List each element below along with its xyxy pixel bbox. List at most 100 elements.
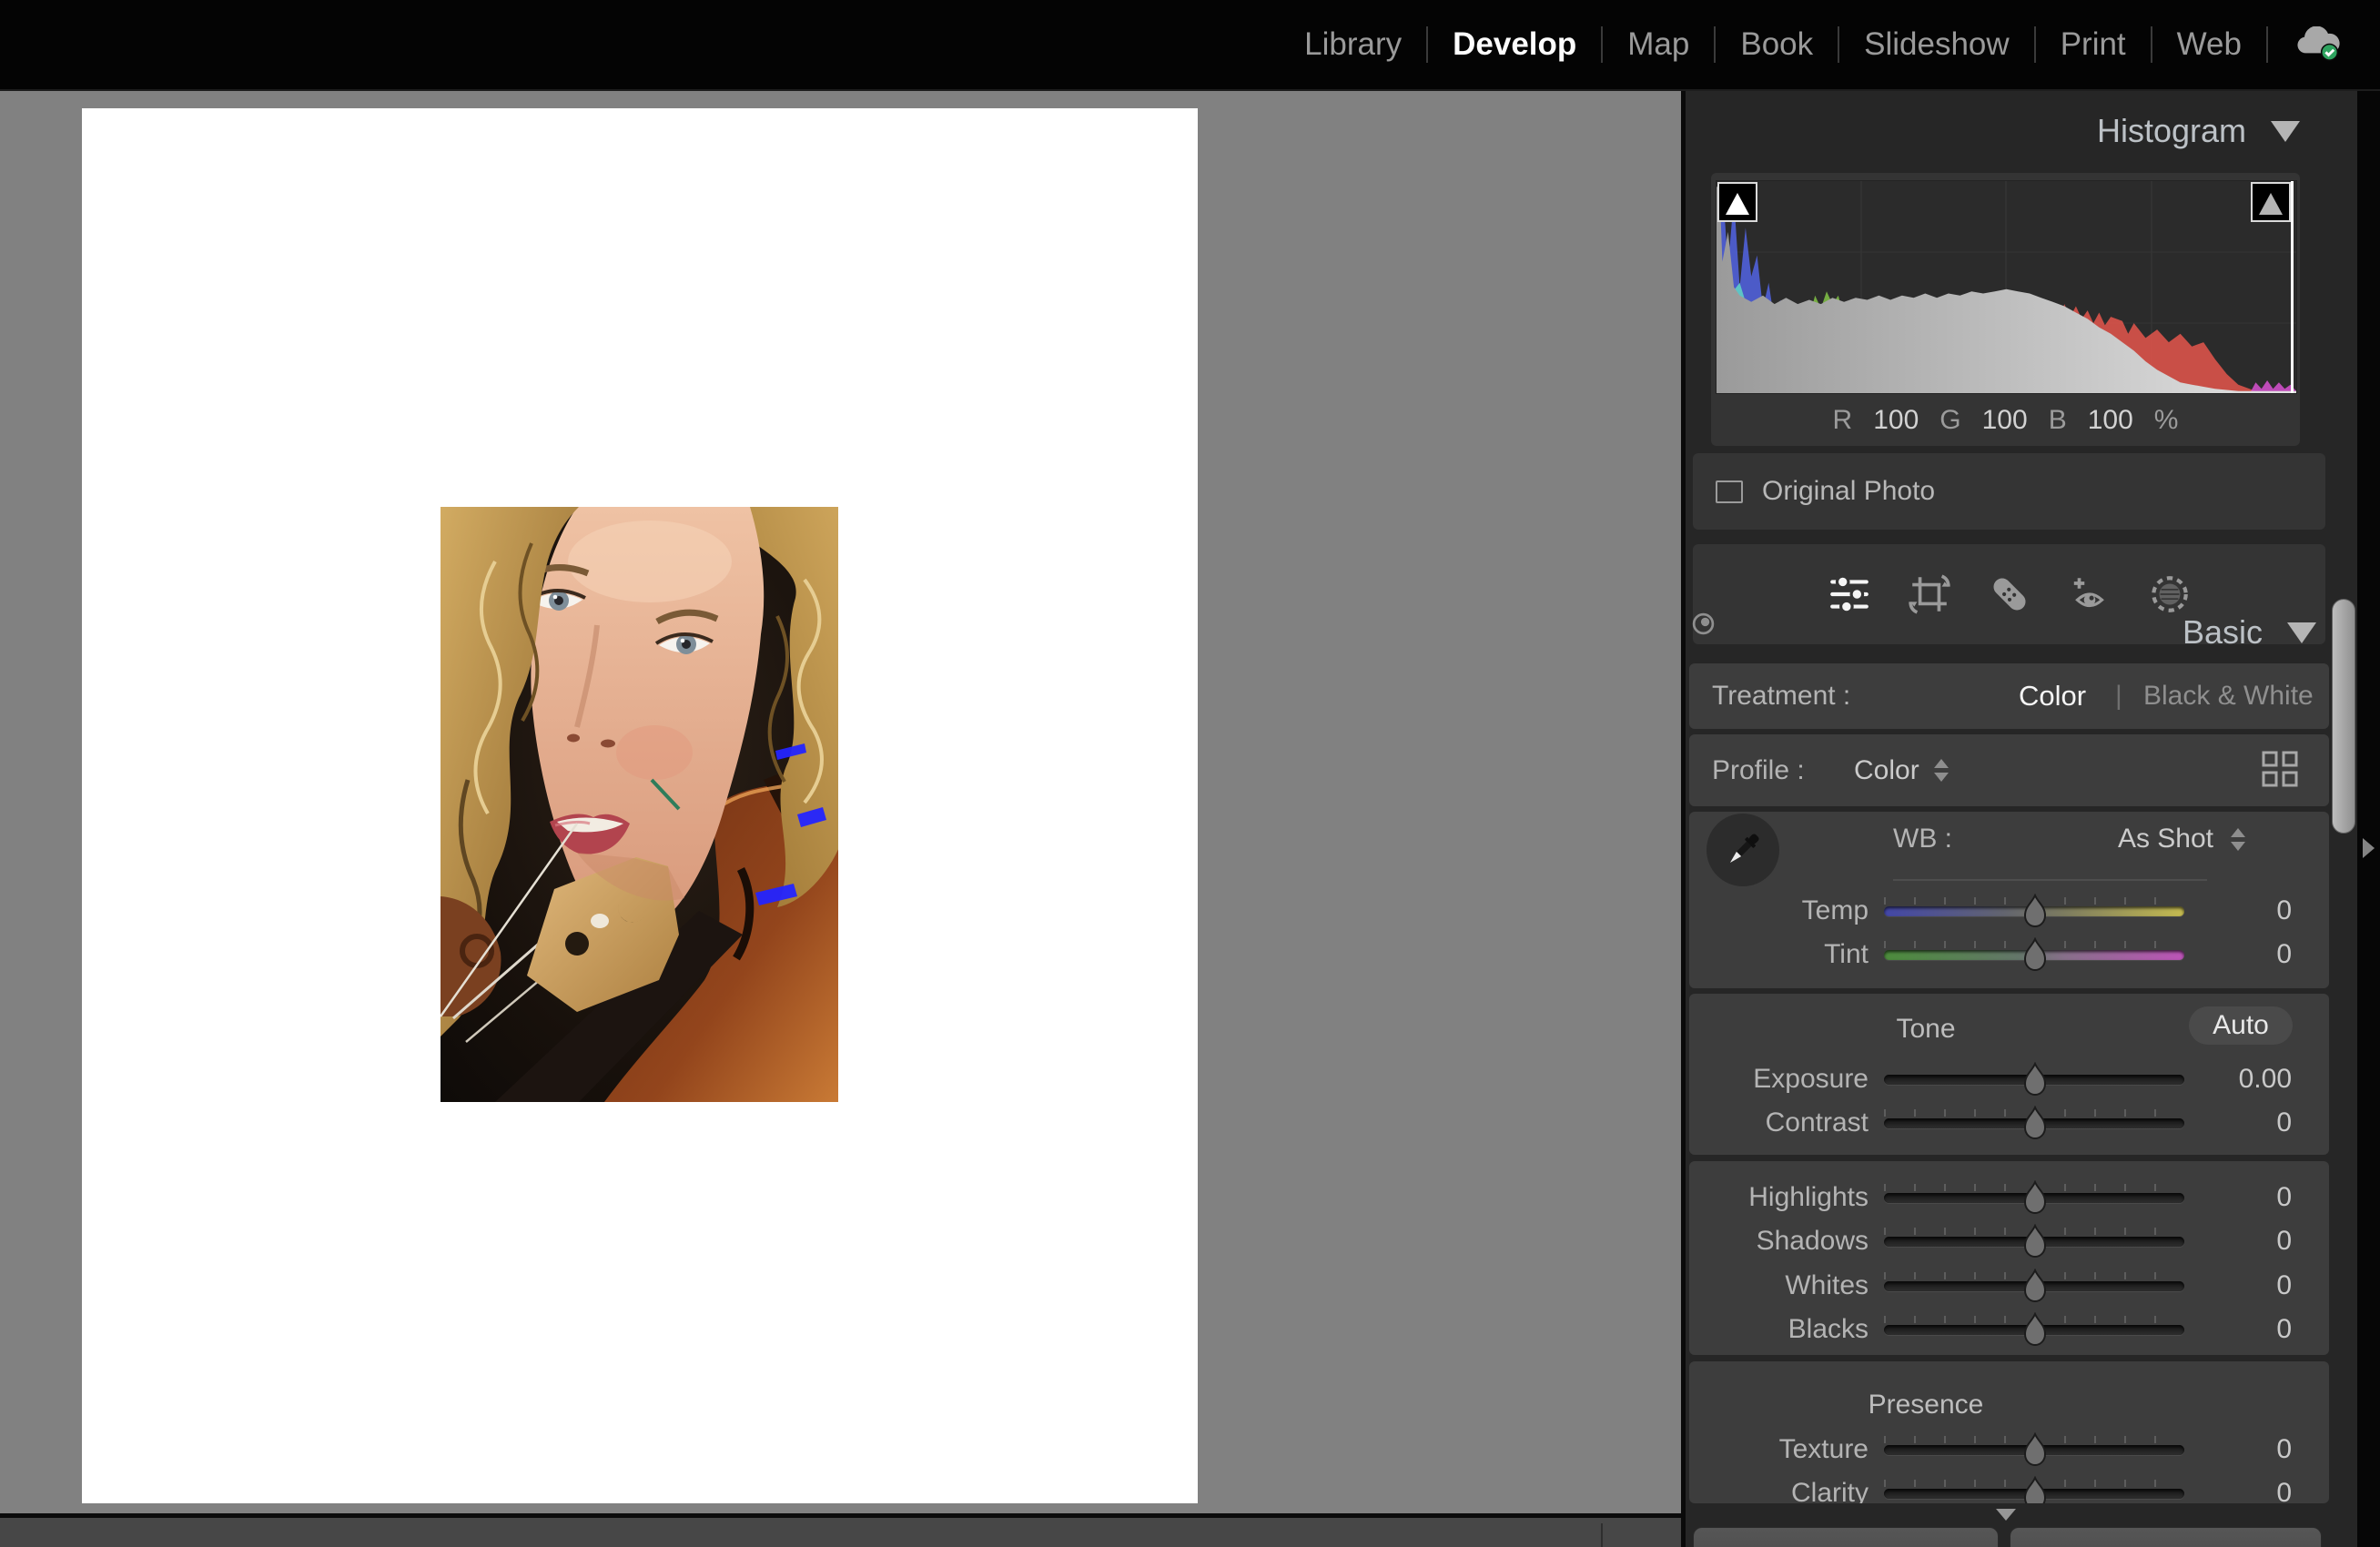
profile-value: Color [1854, 755, 1919, 786]
profile-value-dropdown[interactable]: Color [1854, 734, 1949, 806]
highlights-value[interactable]: 0 [2199, 1176, 2292, 1219]
shadows-label: Shadows [1689, 1219, 1869, 1263]
shadows-slider-row: Shadows 0 [1689, 1219, 2329, 1263]
original-photo-checkbox[interactable] [1716, 480, 1743, 503]
temp-label: Temp [1689, 889, 1869, 933]
collapse-triangle-icon[interactable] [2271, 121, 2300, 142]
dropdown-arrows-icon [1934, 759, 1949, 782]
rgb-letter-b: B [2049, 405, 2067, 436]
reset-button[interactable]: Reset [2010, 1527, 2322, 1547]
basic-panel-header[interactable]: Basic [1686, 601, 2357, 664]
module-tab-develop[interactable]: Develop [1428, 26, 1601, 63]
clarity-value[interactable]: 0 [2199, 1471, 2292, 1503]
exposure-label: Exposure [1689, 1057, 1869, 1101]
profile-label: Profile : [1712, 734, 1805, 806]
lightroom-app: LibraryDevelopMapBookSlideshowPrintWeb [0, 0, 2380, 1547]
panel-scrollbar-thumb[interactable] [2332, 599, 2355, 834]
exposure-slider-handle[interactable] [2023, 1062, 2047, 1101]
rgb-value-r: 100 [1873, 405, 1919, 436]
temp-slider-handle[interactable] [2023, 894, 2047, 933]
shadow-clipping-triangle-icon [1726, 193, 1749, 215]
histogram-canvas[interactable] [1716, 180, 2297, 394]
histogram-plot [1717, 181, 2296, 393]
collapse-triangle-icon[interactable] [2287, 622, 2316, 643]
whites-label: Whites [1689, 1264, 1869, 1308]
photo-violinist[interactable] [441, 507, 838, 1102]
basic-title: Basic [2183, 613, 2263, 652]
develop-canvas[interactable] [0, 93, 1681, 1513]
panel-collapse-edge[interactable] [2357, 91, 2380, 1547]
toolbar [0, 1513, 1681, 1547]
texture-slider-handle[interactable] [2023, 1432, 2047, 1471]
treatment-section: Treatment : Color | Black & White [1689, 663, 2329, 729]
exposure-slider-row: Exposure 0.00 [1689, 1057, 2329, 1101]
tint-label: Tint [1689, 933, 1869, 976]
rgb-value-b: 100 [2088, 405, 2133, 436]
wb-value-dropdown[interactable]: As Shot [2118, 817, 2213, 861]
blacks-label: Blacks [1689, 1308, 1869, 1351]
temp-value[interactable]: 0 [2199, 889, 2292, 933]
rgb-readout: R 100 G 100 B 100% [1711, 395, 2300, 446]
module-tab-slideshow[interactable]: Slideshow [1839, 26, 2034, 63]
wb-divider [1893, 879, 2207, 881]
contrast-label: Contrast [1689, 1101, 1869, 1145]
tint-value[interactable]: 0 [2199, 933, 2292, 976]
module-tab-web[interactable]: Web [2152, 26, 2266, 63]
rgb-percent-sign: % [2154, 405, 2179, 436]
rgb-letter-r: R [1833, 405, 1853, 436]
dropdown-arrows-icon [2231, 828, 2245, 851]
module-tab-map[interactable]: Map [1603, 26, 1714, 63]
tone-header: Tone [1826, 1014, 2026, 1045]
shadows-value[interactable]: 0 [2199, 1219, 2292, 1263]
whites-slider-handle[interactable] [2023, 1269, 2047, 1308]
treatment-separator: | [2115, 663, 2122, 729]
module-picker-items: LibraryDevelopMapBookSlideshowPrintWeb [1280, 26, 2268, 63]
shadow-clipping-indicator[interactable] [1717, 182, 1757, 222]
blacks-slider-row: Blacks 0 [1689, 1308, 2329, 1351]
treatment-bw-option[interactable]: Black & White [2143, 663, 2314, 729]
histogram-right-edge-line [2291, 181, 2294, 393]
auto-button[interactable]: Auto [2189, 1006, 2293, 1045]
cloud-sync-icon[interactable] [2294, 26, 2341, 63]
histogram-title: Histogram [2097, 112, 2246, 150]
contrast-slider-handle[interactable] [2023, 1106, 2047, 1145]
exposure-value[interactable]: 0.00 [2199, 1057, 2292, 1101]
highlight-clipping-triangle-icon [2259, 193, 2283, 215]
texture-label: Texture [1689, 1428, 1869, 1471]
texture-slider-row: Texture 0 [1689, 1428, 2329, 1471]
whites-value[interactable]: 0 [2199, 1264, 2292, 1308]
highlights-slider-handle[interactable] [2023, 1180, 2047, 1219]
rgb-letter-g: G [1939, 405, 1960, 436]
blacks-value[interactable]: 0 [2199, 1308, 2292, 1351]
contrast-value[interactable]: 0 [2199, 1101, 2292, 1145]
toolbar-divider [1601, 1523, 1603, 1547]
clarity-slider-row: Clarity 0 [1689, 1471, 2329, 1503]
tone-section: Tone Auto Exposure 0.00 Contrast 0 [1689, 994, 2329, 1155]
module-tab-print[interactable]: Print [2036, 26, 2151, 63]
panel-end-triangle-icon[interactable] [1996, 1509, 2016, 1521]
histogram-header[interactable]: Histogram [1686, 104, 2357, 158]
rgb-value-g: 100 [1982, 405, 2028, 436]
light-adjust-section: Highlights0Shadows 0 Whites 0 Blacks 0 [1689, 1161, 2329, 1355]
wb-eyedropper[interactable] [1707, 814, 1779, 886]
module-tab-book[interactable]: Book [1716, 26, 1838, 63]
contrast-slider-row: Contrast 0 [1689, 1101, 2329, 1145]
right-panel: Histogram [1686, 91, 2357, 1547]
highlight-clipping-indicator[interactable] [2251, 182, 2291, 222]
panel-expand-arrow-icon [2363, 838, 2375, 858]
tint-slider-handle[interactable] [2023, 937, 2047, 976]
profile-browser-grid-icon[interactable] [2262, 751, 2298, 792]
highlights-slider-row: Highlights0 [1689, 1176, 2329, 1219]
clarity-slider-handle[interactable] [2023, 1476, 2047, 1503]
eyedropper-icon [1722, 829, 1764, 871]
module-tab-library[interactable]: Library [1280, 26, 1426, 63]
clarity-label: Clarity [1689, 1471, 1869, 1503]
presence-header: Presence [1826, 1390, 2026, 1421]
blacks-slider-handle[interactable] [2023, 1312, 2047, 1351]
previous-button[interactable]: Previous [1693, 1527, 1999, 1547]
treatment-color-option[interactable]: Color [2019, 663, 2086, 729]
wb-label: WB : [1893, 817, 1952, 861]
original-photo-label: Original Photo [1762, 476, 1935, 507]
shadows-slider-handle[interactable] [2023, 1224, 2047, 1263]
texture-value[interactable]: 0 [2199, 1428, 2292, 1471]
